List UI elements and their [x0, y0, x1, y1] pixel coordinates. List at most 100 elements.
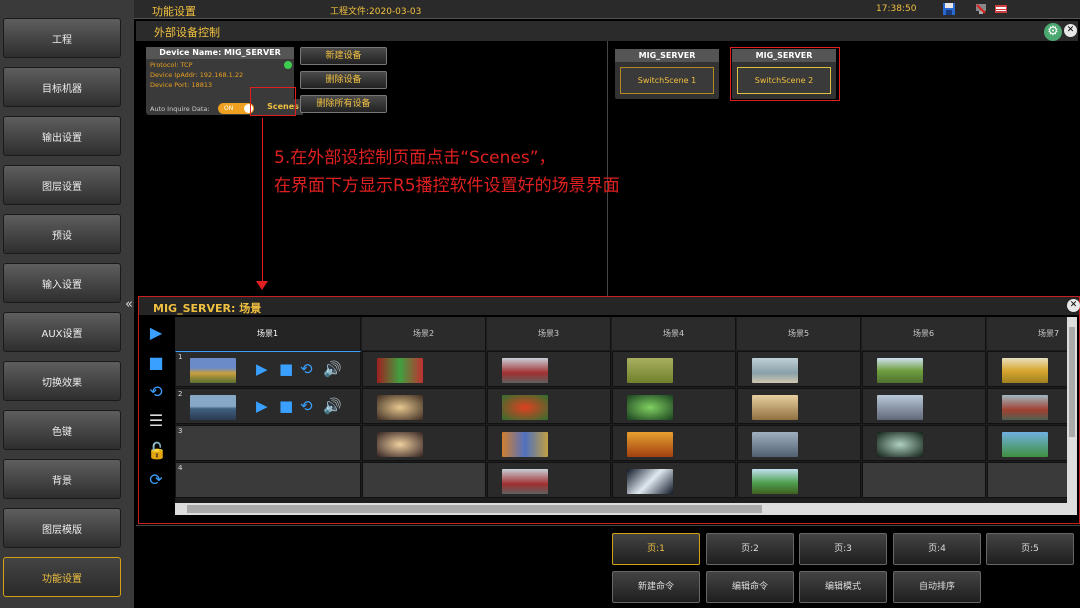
scene-cell[interactable] — [612, 425, 736, 461]
scene-cell[interactable] — [862, 388, 986, 424]
sidebar-item-layer-settings[interactable]: 图层设置 — [3, 165, 121, 205]
column-header[interactable]: 场景2 — [362, 317, 486, 350]
sidebar-item-output-settings[interactable]: 输出设置 — [3, 116, 121, 156]
horizontal-scrollbar[interactable] — [175, 503, 1077, 515]
stop-icon[interactable]: ■ — [147, 354, 165, 372]
page-2-button[interactable]: 页:2 — [706, 533, 794, 565]
gear-icon[interactable]: ⚙ — [1044, 23, 1062, 41]
thumbnail — [1002, 432, 1048, 457]
switch-card-1: MIG_SERVER SwitchScene 1 — [615, 49, 719, 99]
page-4-button[interactable]: 页:4 — [893, 533, 981, 565]
scene-row-4[interactable]: 4 — [175, 462, 361, 498]
keyboard-icon[interactable] — [994, 2, 1008, 16]
scrollbar-thumb[interactable] — [187, 505, 762, 513]
scene-cell[interactable] — [737, 462, 861, 498]
highlight-box — [250, 87, 296, 116]
scene-row-2[interactable]: 2 ▶ ■ ⟲ 🔊 — [175, 388, 361, 424]
close-icon[interactable]: ✕ — [1067, 299, 1080, 312]
sidebar-item-background[interactable]: 背景 — [3, 459, 121, 499]
sort-icon[interactable]: ☰ — [147, 412, 165, 430]
unlock-icon[interactable]: 🔓 — [147, 442, 167, 460]
scene-cell[interactable] — [737, 388, 861, 424]
scene-cell[interactable] — [987, 351, 1077, 387]
volume-icon[interactable]: 🔊 — [323, 397, 342, 415]
top-bar: 功能设置 工程文件:2020-03-03 17:38:50 — [134, 0, 1080, 19]
toggle-label: ON — [224, 105, 234, 112]
thumbnail — [502, 469, 548, 494]
new-command-button[interactable]: 新建命令 — [612, 571, 700, 603]
scrollbar-thumb[interactable] — [1069, 327, 1075, 437]
auto-inquire-toggle[interactable]: ON — [218, 103, 254, 114]
scene-cell[interactable] — [362, 388, 486, 424]
scene-cell[interactable] — [612, 462, 736, 498]
loop-icon[interactable]: ⟲ — [300, 360, 313, 378]
scene-cell[interactable] — [487, 351, 611, 387]
switch-card-header: MIG_SERVER — [615, 49, 719, 62]
thumbnail — [877, 358, 923, 383]
thumbnail — [502, 358, 548, 383]
scene-cell[interactable] — [612, 351, 736, 387]
sidebar-item-project[interactable]: 工程 — [3, 18, 121, 58]
collapse-icon[interactable]: « — [125, 297, 133, 312]
play-icon[interactable]: ▶ — [256, 397, 268, 415]
page-1-button[interactable]: 页:1 — [612, 533, 700, 565]
stop-icon[interactable]: ■ — [279, 397, 293, 415]
column-header[interactable]: 场景3 — [487, 317, 611, 350]
sidebar-item-presets[interactable]: 预设 — [3, 214, 121, 254]
new-device-button[interactable]: 新建设备 — [300, 47, 387, 65]
switch-scene-1-button[interactable]: SwitchScene 1 — [620, 67, 714, 94]
thumbnail — [377, 358, 423, 383]
row-number: 2 — [178, 390, 183, 398]
sidebar-item-chroma-key[interactable]: 色键 — [3, 410, 121, 450]
sidebar-item-transition-effects[interactable]: 切换效果 — [3, 361, 121, 401]
scene-row-3[interactable]: 3 — [175, 425, 361, 461]
scene-cell[interactable] — [362, 351, 486, 387]
page-5-button[interactable]: 页:5 — [986, 533, 1074, 565]
column-header[interactable]: 场景7 — [987, 317, 1077, 350]
sidebar-item-target-machine[interactable]: 目标机器 — [3, 67, 121, 107]
sidebar-item-aux-settings[interactable]: AUX设置 — [3, 312, 121, 352]
refresh-icon[interactable]: ⟳ — [147, 471, 165, 489]
scene-cell[interactable] — [862, 351, 986, 387]
loop-icon[interactable]: ⟲ — [300, 397, 313, 415]
network-disconnect-icon[interactable] — [974, 2, 988, 16]
scene-cell[interactable] — [612, 388, 736, 424]
scene-row-1[interactable]: 1 ▶ ■ ⟲ 🔊 — [175, 351, 361, 387]
annotation-line-1: 5.在外部设控制页面点击“Scenes”， — [274, 148, 556, 168]
auto-sort-button[interactable]: 自动排序 — [893, 571, 981, 603]
device-ip: Device IpAddr: 192.168.1.22 — [150, 71, 244, 79]
delete-all-devices-button[interactable]: 删除所有设备 — [300, 95, 387, 113]
scene-cell[interactable] — [737, 425, 861, 461]
column-header[interactable]: 场景4 — [612, 317, 736, 350]
column-header[interactable]: 场景5 — [737, 317, 861, 350]
close-icon[interactable]: ✕ — [1064, 24, 1077, 37]
sidebar-item-input-settings[interactable]: 输入设置 — [3, 263, 121, 303]
scene-cell[interactable] — [487, 388, 611, 424]
edit-command-button[interactable]: 编辑命令 — [706, 571, 794, 603]
sidebar-item-layer-template[interactable]: 图层模版 — [3, 508, 121, 548]
scene-cell[interactable] — [987, 388, 1077, 424]
play-icon[interactable]: ▶ — [147, 324, 165, 342]
scene-cell[interactable] — [862, 462, 986, 498]
column-header[interactable]: 场景6 — [862, 317, 986, 350]
volume-icon[interactable]: 🔊 — [323, 360, 342, 378]
scene-cell[interactable] — [362, 462, 486, 498]
delete-device-button[interactable]: 删除设备 — [300, 71, 387, 89]
scene-cell[interactable] — [487, 462, 611, 498]
play-icon[interactable]: ▶ — [256, 360, 268, 378]
column-header[interactable]: 场景1 — [175, 317, 361, 350]
save-icon[interactable] — [942, 2, 956, 16]
stop-icon[interactable]: ■ — [279, 360, 293, 378]
page-3-button[interactable]: 页:3 — [799, 533, 887, 565]
scene-cell[interactable] — [362, 425, 486, 461]
scene-cell[interactable] — [987, 462, 1077, 498]
scene-cell[interactable] — [487, 425, 611, 461]
sidebar-item-function-settings[interactable]: 功能设置 — [3, 557, 121, 597]
loop-icon[interactable]: ⟲ — [147, 383, 165, 401]
scene-cell[interactable] — [987, 425, 1077, 461]
edit-mode-button[interactable]: 编辑模式 — [799, 571, 887, 603]
scene-cell[interactable] — [737, 351, 861, 387]
vertical-scrollbar[interactable] — [1067, 317, 1077, 503]
scene-cell[interactable] — [862, 425, 986, 461]
annotation-arrow-icon — [256, 281, 268, 290]
